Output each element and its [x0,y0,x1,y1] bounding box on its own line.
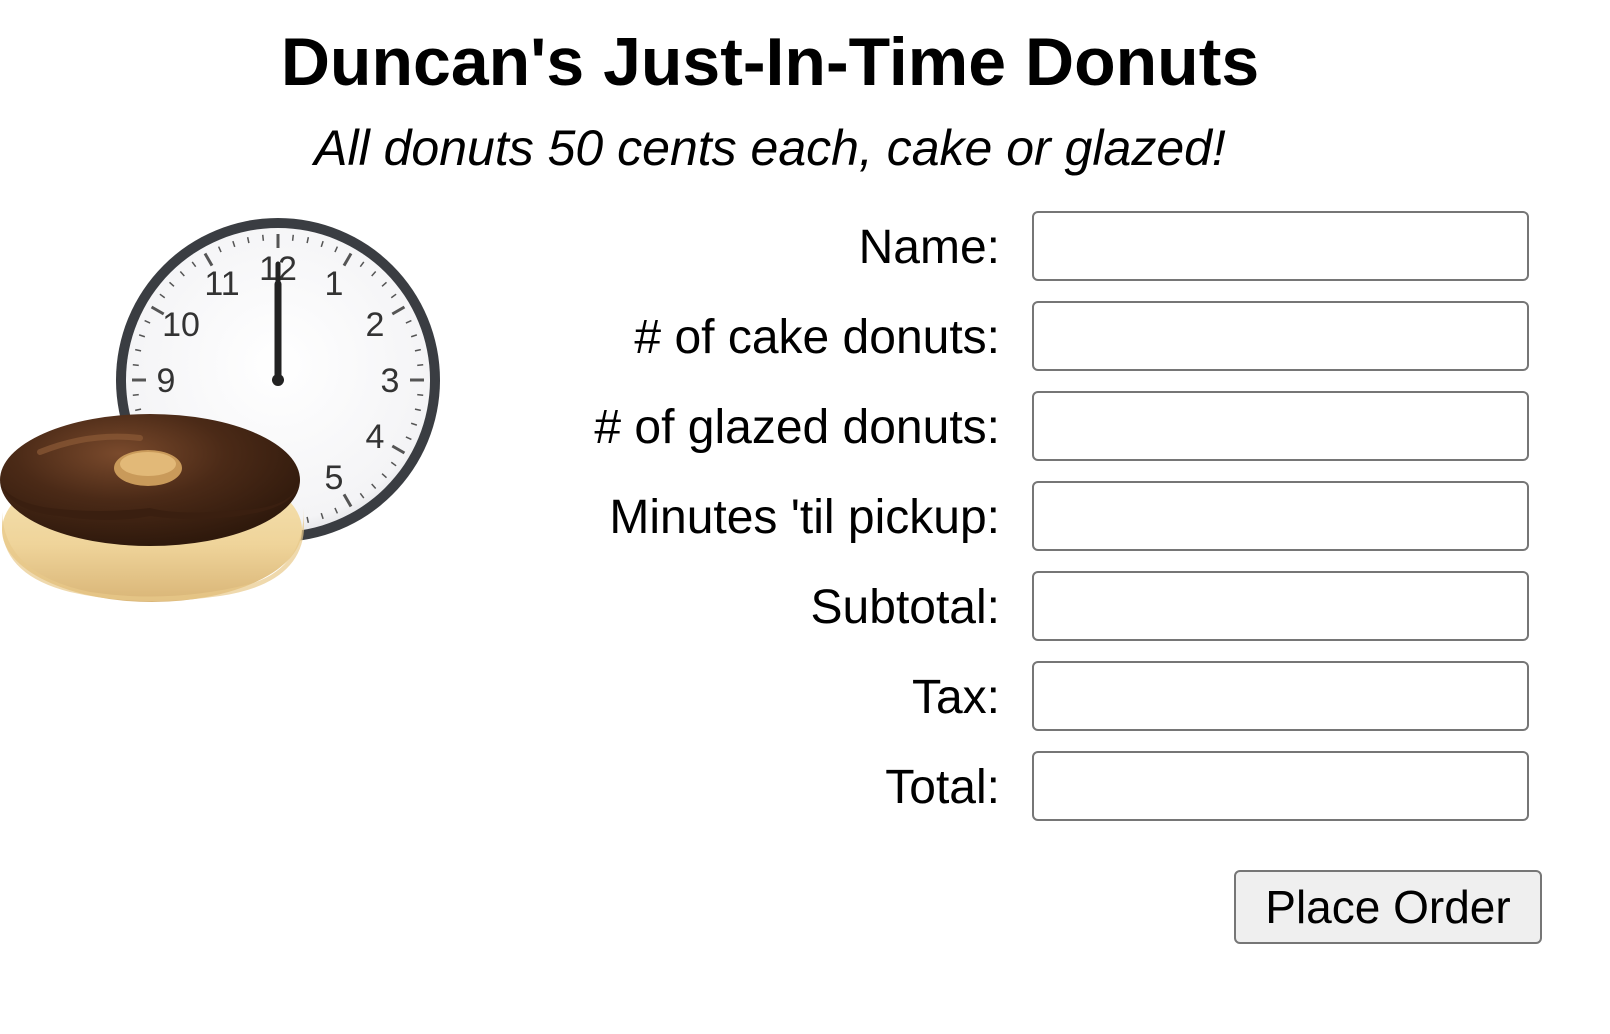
tax-field[interactable] [1032,661,1529,731]
clock-tick [291,234,295,241]
clock-tick [417,393,424,397]
glazed-donuts-field[interactable] [1032,391,1529,461]
name-label: Name: [858,221,1000,274]
clock-number: 4 [366,418,385,456]
total-field[interactable] [1032,751,1529,821]
clock-number: 1 [325,265,344,303]
clock-number: 10 [162,306,200,344]
tax-row: Tax: [520,661,1540,735]
pickup-minutes-label: Minutes 'til pickup: [609,491,1000,544]
clock-number: 3 [381,362,400,400]
name-field[interactable] [1032,211,1529,281]
glazed-donuts-row: # of glazed donuts: [520,391,1540,465]
total-row: Total: [520,751,1540,825]
subtotal-label: Subtotal: [810,581,1000,634]
total-label: Total: [885,761,1000,814]
clock-number: 2 [366,306,385,344]
cake-donuts-field[interactable] [1032,301,1529,371]
cake-donuts-row: # of cake donuts: [520,301,1540,375]
tax-label: Tax: [911,671,1000,724]
pickup-minutes-field[interactable] [1032,481,1529,551]
clock-center-pin [272,374,284,386]
clock-number: 11 [204,265,239,303]
subtotal-field[interactable] [1032,571,1529,641]
subtotal-row: Subtotal: [520,571,1540,645]
donut-icon [0,414,304,602]
clock-number: 9 [157,362,176,400]
clock-tick [132,393,139,397]
pickup-minutes-row: Minutes 'til pickup: [520,481,1540,555]
clock-tick [132,363,139,367]
page-tagline: All donuts 50 cents each, cake or glazed… [314,120,1226,176]
clock-number: 5 [325,459,344,497]
page-title: Duncan's Just-In-Time Donuts [280,24,1260,100]
cake-donuts-label: # of cake donuts: [634,311,1000,364]
name-row: Name: [520,211,1540,285]
glazed-donuts-label: # of glazed donuts: [594,401,1000,454]
clock-donut-illustration: 121234567891011 [0,218,440,602]
place-order-button[interactable]: Place Order [1234,870,1542,944]
clock-tick [417,363,424,367]
clock-tick [261,234,265,241]
clock-and-donut-image: 121234567891011 [0,212,450,612]
